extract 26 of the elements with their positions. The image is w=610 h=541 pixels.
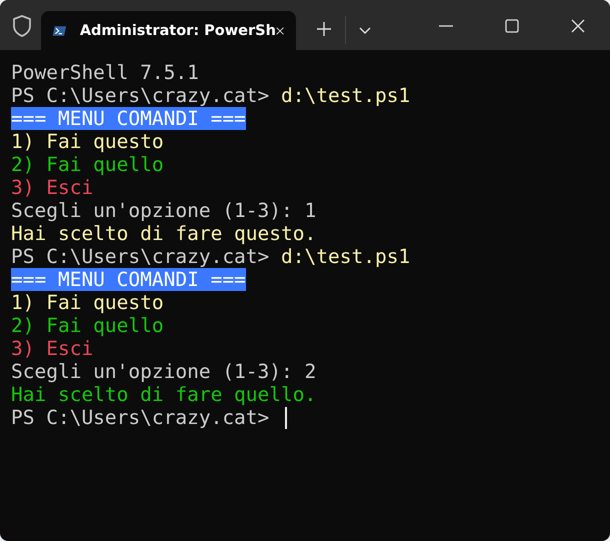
new-tab-icon[interactable]: [317, 22, 331, 36]
terminal-text: 3) Esci: [11, 176, 94, 199]
shield-icon[interactable]: [12, 15, 32, 37]
menu-banner: === MENU COMANDI ===: [11, 107, 246, 130]
terminal-text: 2) Fai quello: [11, 314, 164, 337]
terminal-text: Hai scelto di fare questo.: [11, 222, 316, 245]
terminal-text: PowerShell 7.5.1: [11, 61, 199, 84]
close-tab-icon[interactable]: [276, 24, 284, 36]
terminal-text: Scegli un'opzione (1-3): 1: [11, 199, 316, 222]
terminal-text: Hai scelto di fare quello.: [11, 383, 316, 406]
dropdown-icon[interactable]: [359, 27, 371, 34]
terminal-text: 1) Fai questo: [11, 291, 164, 314]
tab-title: Administrator: PowerSh: [80, 22, 276, 38]
terminal-text: d:\test.ps1: [281, 84, 410, 107]
terminal-text: PS C:\Users\crazy.cat>: [11, 245, 270, 268]
close-icon[interactable]: [571, 19, 585, 33]
tab[interactable]: Administrator: PowerSh: [41, 11, 296, 50]
terminal-text: 1) Fai questo: [11, 130, 164, 153]
terminal-text: d:\test.ps1: [281, 245, 410, 268]
terminal-text: 2) Fai quello: [11, 153, 164, 176]
maximize-icon[interactable]: [505, 19, 519, 33]
terminal-text: Scegli un'opzione (1-3): 2: [11, 360, 316, 383]
terminal-text: PS C:\Users\crazy.cat>: [11, 406, 270, 429]
terminal-text: PS C:\Users\crazy.cat>: [11, 84, 270, 107]
menu-banner: === MENU COMANDI ===: [11, 268, 246, 291]
terminal-text: 3) Esci: [11, 337, 94, 360]
